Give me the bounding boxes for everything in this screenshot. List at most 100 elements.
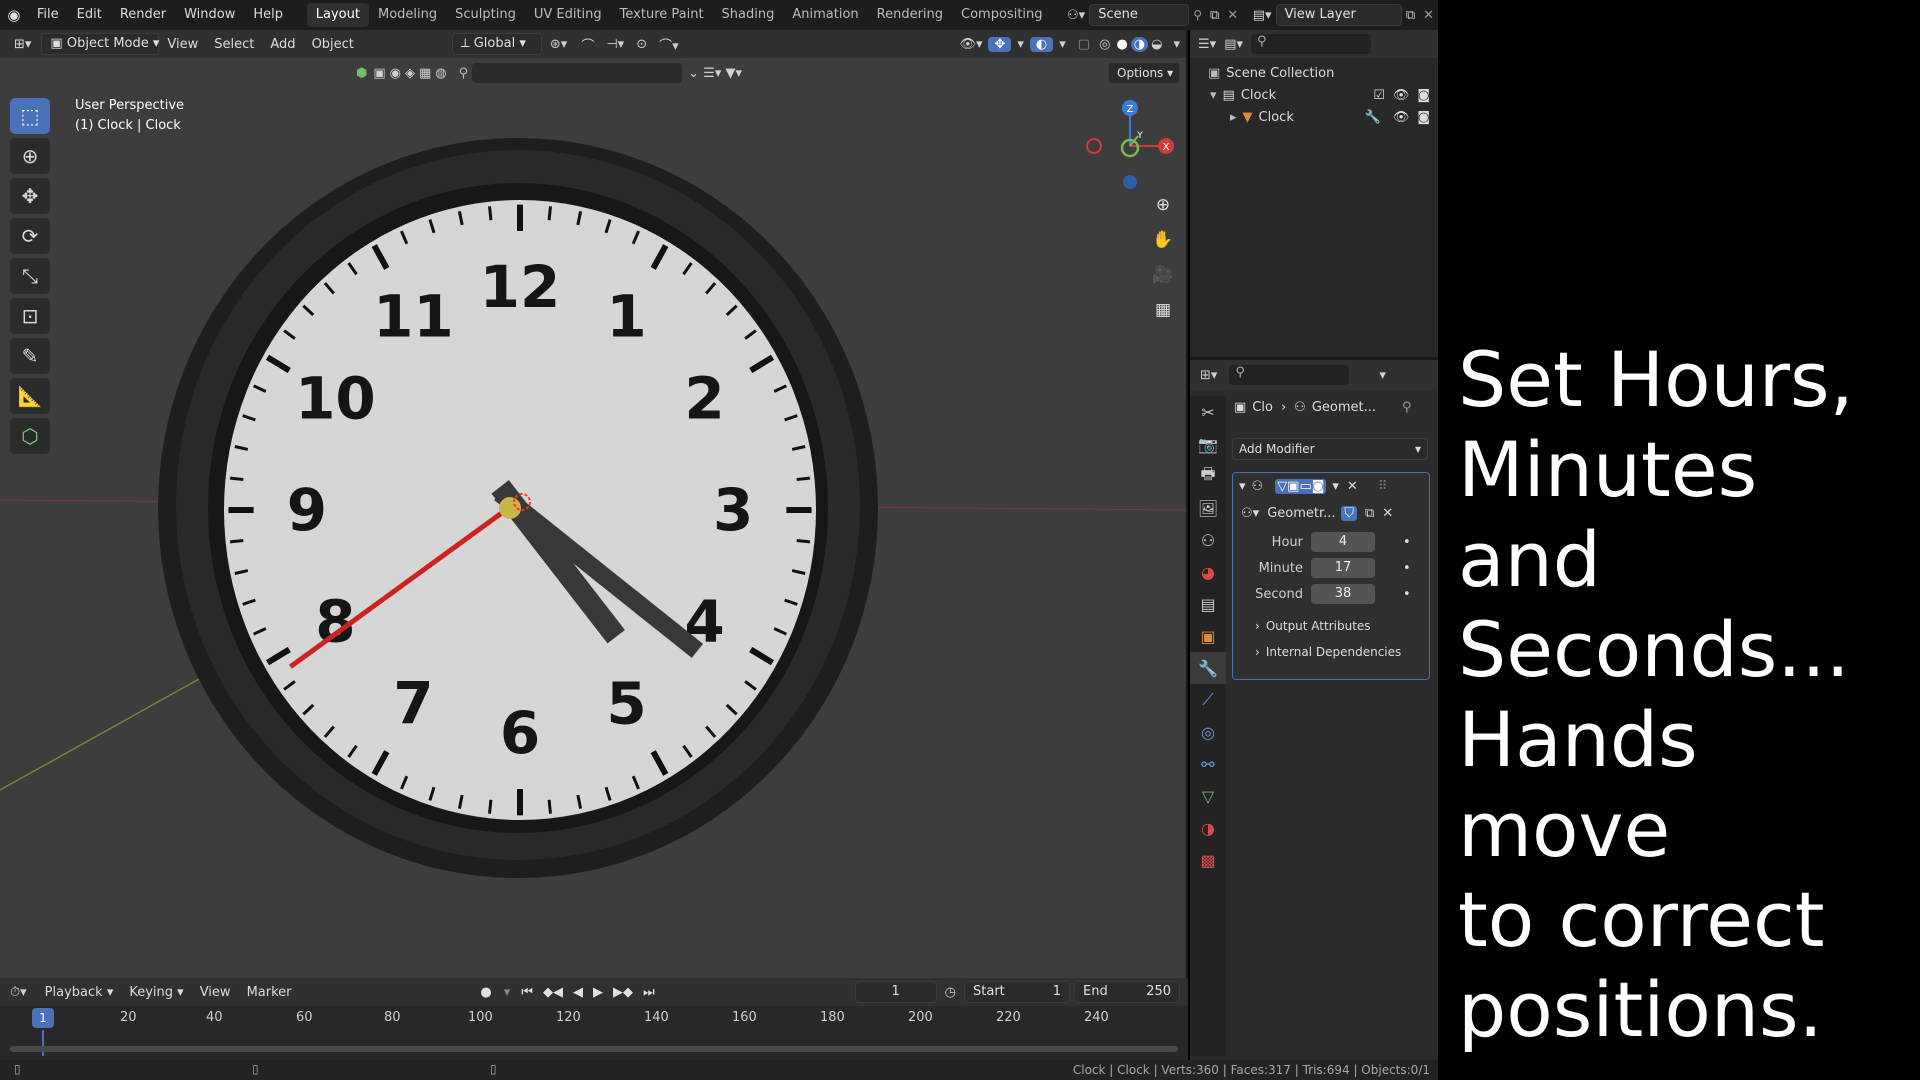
physics-tab-icon[interactable]: ◎ [1190,716,1226,748]
end-frame-field[interactable]: End 250 [1074,981,1180,1003]
texture-tab-icon[interactable]: ▩ [1190,844,1226,876]
current-frame-field[interactable]: 1 [854,981,937,1003]
tab-compositing[interactable]: Compositing [952,3,1052,27]
tab-modeling[interactable]: Modeling [369,3,446,27]
eye-icon[interactable]: 👁 [1393,110,1418,125]
remove-modifier-icon[interactable]: ✕ [1339,479,1358,494]
scene-tab-icon[interactable]: ⚇ [1190,524,1226,556]
timeline-editor-type-icon[interactable]: ⏱▾ [10,985,37,1000]
outliner-row-collection[interactable]: ▾ ▤ Clock ☑ 👁 ◙ [1198,84,1434,106]
tab-shading[interactable]: Shading [713,3,784,27]
menu-timeline-view[interactable]: View [192,985,239,1000]
collapse-icon[interactable]: ▸ [1230,110,1243,125]
tab-animation[interactable]: Animation [783,3,867,27]
timeline-editor[interactable]: ⏱▾ Playback ▾ Keying ▾ View Marker ● ▾ ⏮… [0,978,1188,1060]
outliner-editor-type-icon[interactable]: ☰▾ [1198,37,1224,52]
keyframe-dot-icon[interactable]: • [1375,587,1411,602]
second-input[interactable]: 38 [1311,584,1375,604]
particles-tab-icon[interactable]: ⟋ [1190,684,1226,716]
menu-file[interactable]: File [28,0,68,30]
menu-playback[interactable]: Playback ▾ [37,985,122,1000]
next-keyframe-icon[interactable]: ▶◆ [608,985,638,1000]
view-layer-field[interactable]: View Layer [1275,4,1402,26]
view-layer-tab-icon[interactable]: 🖼 [1190,492,1226,524]
prev-keyframe-icon[interactable]: ◆◀ [538,985,568,1000]
keyframe-dot-icon[interactable]: • [1375,535,1411,550]
record-dropdown-icon[interactable]: ▾ [498,985,517,1000]
outliner-row-scene-collection[interactable]: ▣ Scene Collection [1198,62,1434,84]
pin-icon[interactable]: ⚲ [1376,400,1412,415]
tab-sculpting[interactable]: Sculpting [446,3,525,27]
internal-dependencies-subpanel[interactable]: › Internal Dependencies [1233,639,1429,665]
playhead[interactable]: 1 [32,1008,54,1028]
play-icon[interactable]: ▶ [588,985,608,1000]
properties-editor[interactable]: ⊞▾ ⚲ ▾ ✂ 📷 🖶 🖼 ⚇ ◕ ▤ ▣ 🔧 ⟋ ◎ ⚯ ▽ ◑ ▩ ▣ C… [1190,360,1438,1060]
outliner[interactable]: ☰▾ ▤▾ ⚲ ▣ Scene Collection ▾ ▤ Clock ☑ 👁… [1190,30,1438,360]
tab-layout[interactable]: Layout [306,3,369,27]
menu-render[interactable]: Render [111,0,175,30]
tool-tab-icon[interactable]: ✂ [1190,396,1226,428]
collection-tab-icon[interactable]: ▤ [1190,588,1226,620]
blender-logo-icon[interactable]: ◉ [0,6,28,24]
jump-end-icon[interactable]: ⏭ [638,985,660,1000]
scene-canvas[interactable]: 12 1234567891011 [0,30,1188,978]
add-modifier-dropdown[interactable]: Add Modifier ▾ [1232,438,1428,460]
record-icon[interactable]: ● [474,985,497,1000]
timeline-scrollbar[interactable] [10,1046,1178,1052]
outliner-search-input[interactable]: ⚲ [1251,34,1371,54]
delete-scene-icon[interactable]: ✕ [1223,8,1242,23]
world-tab-icon[interactable]: ◕ [1190,556,1226,588]
new-scene-icon[interactable]: ⧉ [1206,8,1223,23]
constraints-tab-icon[interactable]: ⚯ [1190,748,1226,780]
outliner-row-object[interactable]: ▸ ▼ Clock 🔧 👁 ◙ [1198,106,1434,128]
object-tab-icon[interactable]: ▣ [1190,620,1226,652]
new-view-layer-icon[interactable]: ⧉ [1402,8,1419,23]
output-tab-icon[interactable]: 🖶 [1190,460,1226,492]
material-tab-icon[interactable]: ◑ [1190,812,1226,844]
tab-rendering[interactable]: Rendering [868,3,952,27]
modifier-tab-icon[interactable]: 🔧 [1190,652,1226,684]
view-layer-icon[interactable]: ▤▾ [1249,8,1276,23]
duplicate-icon[interactable]: ⧉ [1357,506,1374,521]
unlink-icon[interactable]: ✕ [1374,506,1393,521]
play-reverse-icon[interactable]: ◀ [568,985,588,1000]
menu-keying[interactable]: Keying ▾ [121,985,191,1000]
tab-uv-editing[interactable]: UV Editing [525,3,611,27]
drag-handle-icon[interactable]: ⠿ [1358,479,1388,494]
clock-object[interactable]: 12 1234567891011 [158,138,878,878]
properties-search-input[interactable]: ⚲ [1229,365,1350,385]
hour-input[interactable]: 4 [1311,532,1375,552]
menu-edit[interactable]: Edit [68,0,111,30]
delete-view-layer-icon[interactable]: ✕ [1419,8,1438,23]
menu-marker[interactable]: Marker [239,985,300,1000]
checkbox-icon[interactable]: ☑ [1373,88,1393,103]
scene-browse-icon[interactable]: ⚇▾ [1063,8,1089,23]
scene-field[interactable]: Scene [1089,4,1190,26]
collapse-modifier-icon[interactable]: ▾ [1239,479,1252,494]
node-group-name[interactable]: Geometr... [1267,506,1337,521]
modifier-extra-dropdown-icon[interactable]: ▾ [1326,479,1339,494]
menu-help[interactable]: Help [244,0,292,30]
fake-user-icon[interactable]: ⛉ [1341,505,1357,521]
menu-window[interactable]: Window [175,0,244,30]
minute-input[interactable]: 17 [1311,558,1375,578]
start-frame-field[interactable]: Start 1 [964,981,1070,1003]
node-group-browse-icon[interactable]: ⚇▾ [1241,506,1267,521]
display-mode-icon[interactable]: ▤▾ [1224,37,1251,52]
properties-editor-type-icon[interactable]: ⊞▾ [1200,368,1229,383]
expand-icon[interactable]: ▾ [1210,88,1223,103]
clock-icon[interactable]: ◷ [937,985,964,1000]
jump-start-icon[interactable]: ⏮ [516,985,538,1000]
frame-ruler[interactable]: 20 40 60 80 100 120 140 160 180 200 220 … [0,1008,1188,1030]
pin-icon[interactable]: ⚲ [1189,8,1206,22]
render-camera-icon[interactable]: ◙ [1417,110,1434,125]
eye-icon[interactable]: 👁 [1393,88,1418,103]
modifier-wrench-icon[interactable]: 🔧 [1365,110,1393,125]
keyframe-dot-icon[interactable]: • [1375,561,1411,576]
tab-texture-paint[interactable]: Texture Paint [611,3,713,27]
3d-viewport[interactable]: ⊞▾ ▣ Object Mode ▾ View Select Add Objec… [0,30,1188,978]
properties-options-icon[interactable]: ▾ [1349,368,1386,383]
render-camera-icon[interactable]: ◙ [1417,88,1434,103]
modifier-toggles-icon[interactable]: ▽▣▭◙ [1275,478,1327,494]
output-attributes-subpanel[interactable]: › Output Attributes [1233,613,1429,639]
